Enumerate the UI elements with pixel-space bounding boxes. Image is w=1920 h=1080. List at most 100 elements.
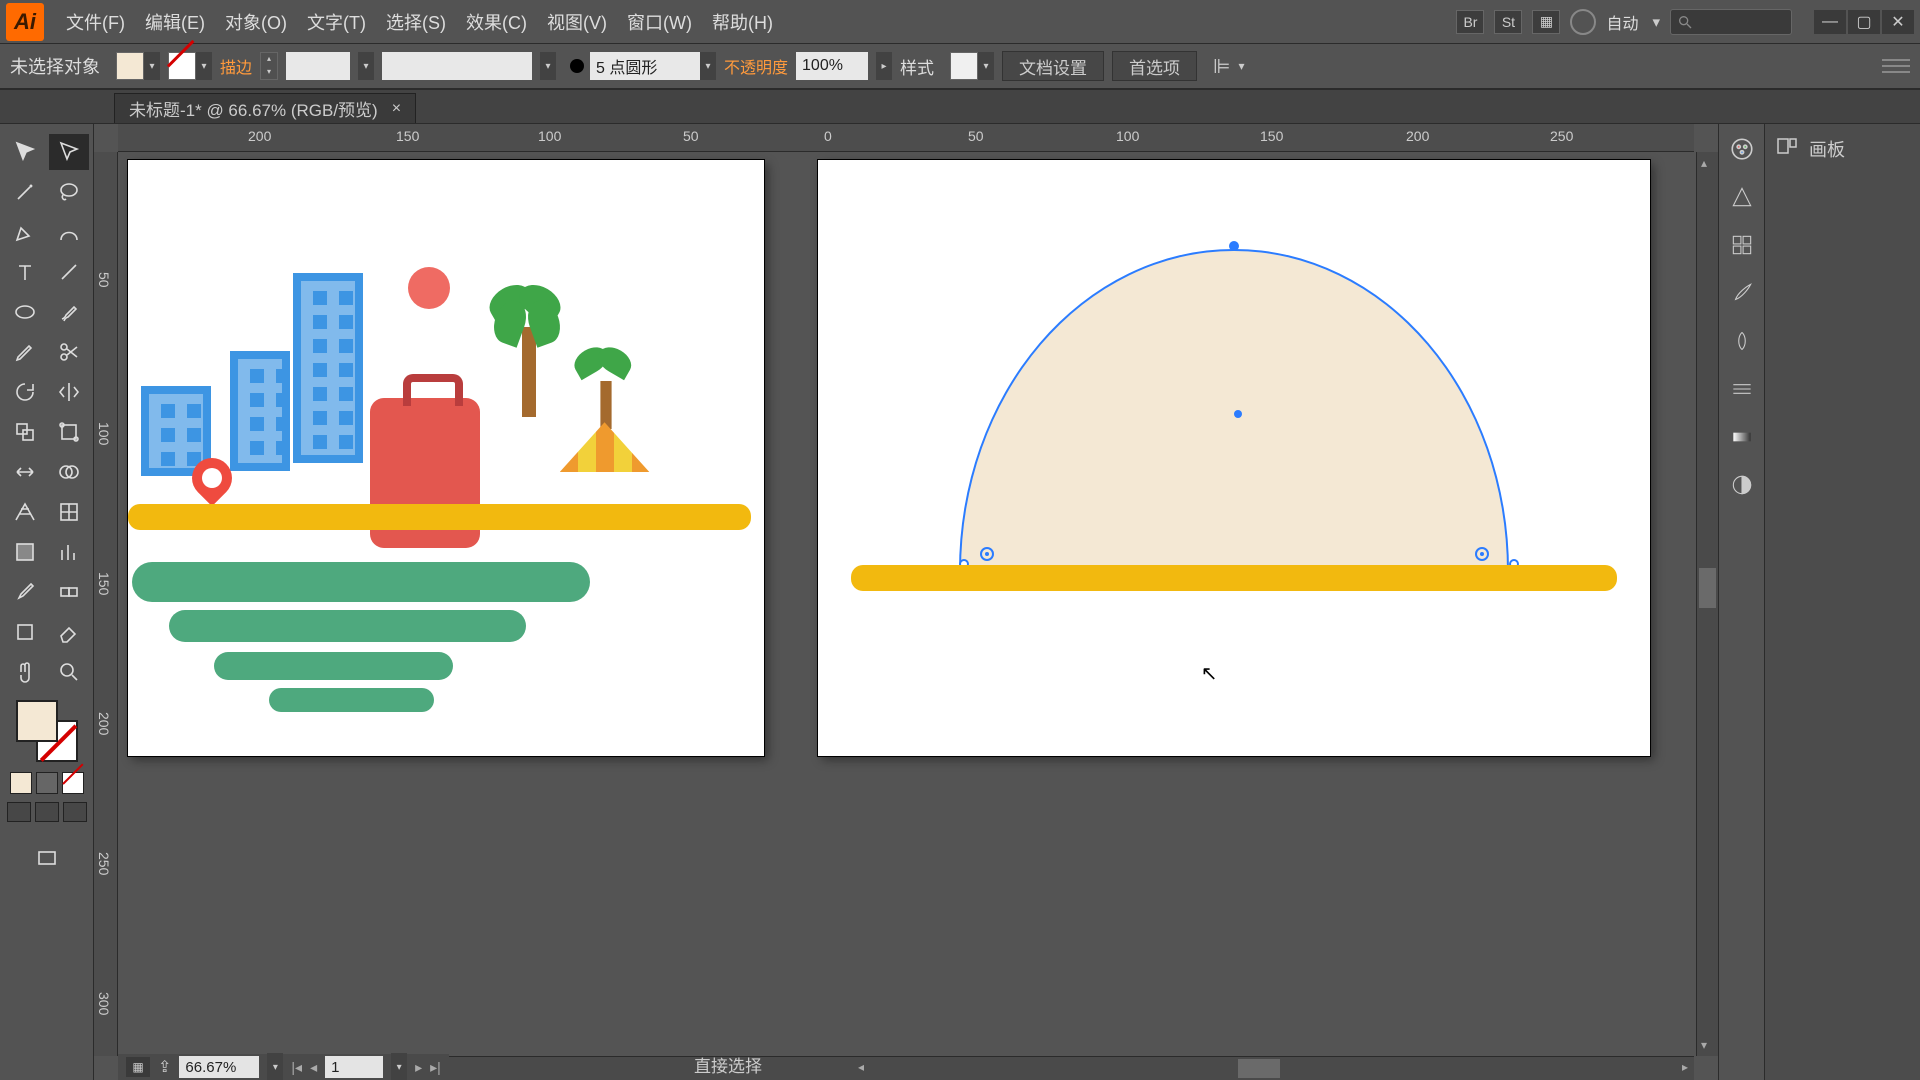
hand-tool[interactable] [5, 654, 45, 690]
close-button[interactable]: ✕ [1882, 10, 1914, 34]
scroll-left-icon[interactable]: ◂ [858, 1060, 864, 1074]
fill-stroke-indicator[interactable] [16, 700, 78, 762]
stroke-weight-input[interactable] [286, 52, 350, 80]
screen-full[interactable] [35, 802, 59, 822]
next-artboard-button[interactable]: ▸ [415, 1059, 422, 1076]
dome-shape[interactable] [959, 249, 1508, 571]
gradient-tool[interactable] [5, 534, 45, 570]
blend-tool[interactable] [49, 574, 89, 610]
minimize-button[interactable]: — [1814, 10, 1846, 34]
align-icon[interactable]: ⊫ [1213, 54, 1230, 79]
screen-presentation[interactable] [63, 802, 87, 822]
horizontal-scroll-thumb[interactable] [1238, 1059, 1280, 1078]
color-panel-icon[interactable] [1727, 134, 1757, 164]
magic-wand-tool[interactable] [5, 174, 45, 210]
brushes-panel-icon[interactable] [1727, 278, 1757, 308]
search-input[interactable] [1670, 9, 1792, 35]
curvature-tool[interactable] [49, 214, 89, 250]
menu-effect[interactable]: 效果(C) [456, 3, 537, 41]
color-mode-gradient[interactable] [36, 772, 58, 794]
anchor-point-top[interactable] [1229, 241, 1239, 251]
artboard-1[interactable] [128, 160, 764, 756]
brush-definition[interactable]: 5 点圆形▾ [564, 52, 716, 80]
dropdown-icon[interactable]: ▾ [1238, 59, 1244, 73]
arrange-documents-button[interactable]: ▦ [1532, 10, 1560, 34]
dropdown-icon[interactable]: ▾ [267, 1053, 283, 1080]
vertical-scrollbar[interactable]: ▴ ▾ [1696, 152, 1718, 1056]
zoom-tool[interactable] [49, 654, 89, 690]
screen-mode-button[interactable] [27, 840, 67, 876]
stock-button[interactable]: St [1494, 10, 1522, 34]
direct-selection-tool[interactable] [49, 134, 89, 170]
swatches-panel-icon[interactable] [1727, 230, 1757, 260]
pen-tool[interactable] [5, 214, 45, 250]
preferences-button[interactable]: 首选项 [1112, 51, 1197, 81]
ruler-vertical[interactable]: 50 100 150 200 250 300 [94, 152, 118, 1056]
scroll-up-icon[interactable]: ▴ [1701, 156, 1707, 170]
column-graph-tool[interactable] [49, 534, 89, 570]
ruler-horizontal[interactable]: 200 150 100 50 0 50 100 150 200 250 [118, 124, 1694, 152]
color-mode-none[interactable] [62, 772, 84, 794]
selection-tool[interactable] [5, 134, 45, 170]
canvas[interactable]: ↖ [118, 152, 1694, 1056]
symbols-panel-icon[interactable] [1727, 326, 1757, 356]
artboard-tool[interactable] [5, 614, 45, 650]
color-mode-solid[interactable] [10, 772, 32, 794]
width-tool[interactable] [5, 454, 45, 490]
bridge-button[interactable]: Br [1456, 10, 1484, 34]
sync-icon[interactable] [1570, 9, 1596, 35]
eyedropper-tool[interactable] [5, 574, 45, 610]
workspace-label[interactable]: 自动 [1606, 10, 1638, 34]
dropdown-icon[interactable]: ▾ [540, 52, 556, 80]
ellipse-tool[interactable] [5, 294, 45, 330]
paintbrush-tool[interactable] [49, 294, 89, 330]
menu-file[interactable]: 文件(F) [56, 3, 135, 41]
menu-view[interactable]: 视图(V) [537, 3, 617, 41]
control-bar-menu-icon[interactable] [1882, 57, 1910, 75]
stroke-label[interactable]: 描边 [220, 54, 252, 78]
stroke-color-swatch[interactable]: ▾ [168, 52, 212, 80]
mesh-tool[interactable] [49, 494, 89, 530]
menu-window[interactable]: 窗口(W) [617, 3, 702, 41]
last-artboard-button[interactable]: ▸| [430, 1059, 441, 1076]
shape-builder-tool[interactable] [49, 454, 89, 490]
opacity-label[interactable]: 不透明度 [724, 54, 788, 78]
menu-type[interactable]: 文字(T) [297, 3, 376, 41]
document-setup-button[interactable]: 文档设置 [1002, 51, 1104, 81]
opacity-input[interactable]: 100% [796, 52, 868, 80]
first-artboard-button[interactable]: |◂ [291, 1059, 302, 1076]
prev-artboard-button[interactable]: ◂ [310, 1059, 317, 1076]
lasso-tool[interactable] [49, 174, 89, 210]
menu-help[interactable]: 帮助(H) [702, 3, 783, 41]
fill-color-swatch[interactable]: ▾ [116, 52, 160, 80]
gpu-icon[interactable]: ▦ [126, 1057, 150, 1077]
dropdown-icon[interactable]: ▾ [391, 1053, 407, 1080]
menu-edit[interactable]: 编辑(E) [135, 3, 215, 41]
line-tool[interactable] [49, 254, 89, 290]
gradient-panel-icon[interactable] [1727, 422, 1757, 452]
scissors-tool[interactable] [49, 334, 89, 370]
document-tab[interactable]: 未标题-1* @ 66.67% (RGB/预览) × [114, 93, 416, 123]
zoom-level-input[interactable]: 66.67% [179, 1056, 259, 1078]
scroll-down-icon[interactable]: ▾ [1701, 1038, 1707, 1052]
menu-select[interactable]: 选择(S) [376, 3, 456, 41]
rotate-tool[interactable] [5, 374, 45, 410]
transparency-panel-icon[interactable] [1727, 470, 1757, 500]
variable-width-profile[interactable] [382, 52, 532, 80]
dropdown-icon[interactable]: ▸ [876, 52, 892, 80]
ground-shape[interactable] [851, 565, 1616, 591]
eraser-tool[interactable] [49, 614, 89, 650]
stroke-weight-stepper[interactable]: ▴▾ [260, 52, 278, 80]
maximize-button[interactable]: ▢ [1848, 10, 1880, 34]
dropdown-icon[interactable]: ▾ [1652, 13, 1660, 31]
export-icon[interactable]: ⇪ [158, 1057, 171, 1077]
color-guide-panel-icon[interactable] [1727, 182, 1757, 212]
stroke-panel-icon[interactable] [1727, 374, 1757, 404]
free-transform-tool[interactable] [49, 414, 89, 450]
vertical-scroll-thumb[interactable] [1699, 568, 1716, 608]
type-tool[interactable] [5, 254, 45, 290]
artboards-panel-label[interactable]: 画板 [1809, 136, 1845, 162]
artboard-2[interactable]: ↖ [818, 160, 1650, 756]
artboard-number-input[interactable]: 1 [325, 1056, 383, 1078]
perspective-grid-tool[interactable] [5, 494, 45, 530]
